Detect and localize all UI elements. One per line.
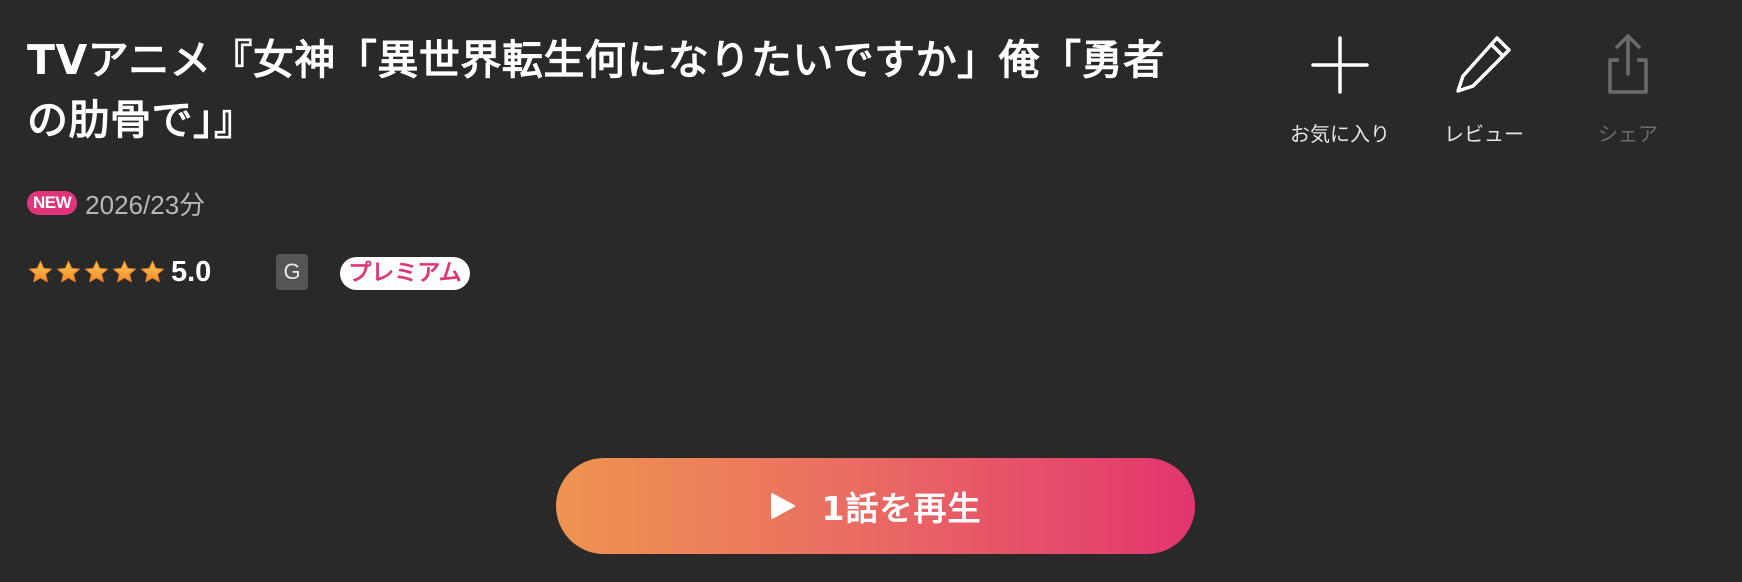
plus-icon (1311, 36, 1369, 94)
star-icon (84, 260, 109, 282)
star-icon (140, 260, 165, 282)
review-label: レビュー (1444, 122, 1524, 146)
play-button-label: 1話を再生 (821, 489, 982, 528)
page-title: TVアニメ『女神「異世界転生何になりたいですか」俺「勇者の肋骨で」』 (27, 36, 1165, 144)
new-badge: NEW (27, 191, 78, 215)
review-button[interactable]: レビュー (1414, 30, 1554, 147)
play-icon (770, 493, 795, 519)
star-icon (56, 260, 81, 282)
play-episode-button[interactable]: 1話を再生 (556, 458, 1195, 554)
share-icon (1608, 34, 1648, 94)
release-duration-text: 2026/23分 (85, 189, 206, 220)
share-label: シェア (1598, 122, 1658, 146)
rating-value: 5.0 (171, 255, 212, 288)
star-rating (27, 259, 167, 286)
favorite-button[interactable]: お気に入り (1270, 30, 1410, 147)
pencil-icon (1456, 36, 1511, 93)
share-button[interactable]: シェア (1558, 30, 1698, 147)
age-rating-badge: G (276, 254, 308, 290)
premium-label: プレミアム (348, 260, 462, 286)
meta-row: NEW 2026/23分 (27, 186, 205, 220)
rating-row: 5.0 (27, 252, 211, 292)
premium-badge: プレミアム (340, 257, 470, 290)
star-icon (112, 260, 137, 282)
favorite-label: お気に入り (1290, 122, 1390, 146)
star-icon (28, 260, 53, 282)
